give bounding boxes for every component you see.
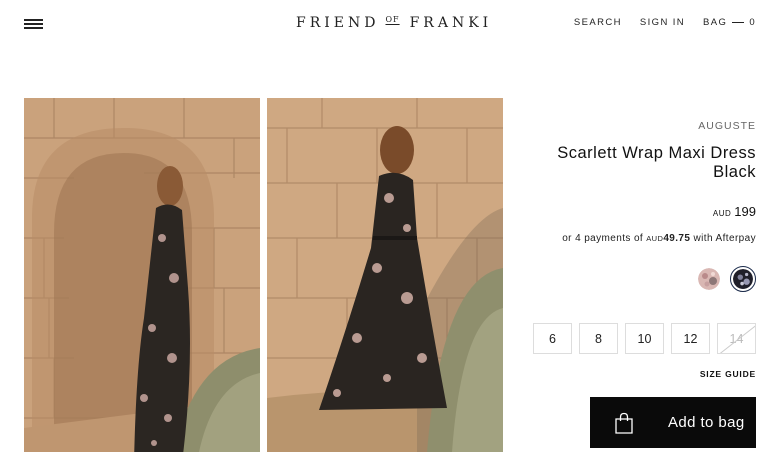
brand-logo[interactable]: FRIEND OF FRANKI <box>296 13 492 33</box>
size-selector: 6 8 10 12 14 <box>533 323 756 354</box>
logo-right: FRANKI <box>409 15 493 31</box>
shopping-bag-icon <box>615 412 633 434</box>
afterpay-suffix: with Afterpay <box>693 233 756 244</box>
price-amount: 199 <box>734 204 756 219</box>
bag-label: BAG <box>703 17 728 28</box>
add-to-bag-button[interactable]: Add to bag <box>590 397 756 448</box>
size-option[interactable]: 8 <box>579 323 618 354</box>
black-swatch-icon <box>733 269 753 289</box>
colour-swatches <box>698 266 756 292</box>
model-leaning-stone-arch-image <box>24 98 260 452</box>
menu-line <box>24 19 43 21</box>
swatch-floral-pink[interactable] <box>698 268 720 290</box>
afterpay-prefix: or 4 payments of <box>562 233 644 244</box>
size-option-unavailable: 14 <box>717 323 756 354</box>
size-option[interactable]: 6 <box>533 323 572 354</box>
product-brand[interactable]: AUGUSTE <box>516 120 756 132</box>
sign-in-link[interactable]: SIGN IN <box>640 17 685 28</box>
menu-line <box>24 23 43 25</box>
bag-link[interactable]: BAG 0 <box>703 17 756 28</box>
swatch-black-selected[interactable] <box>730 266 756 292</box>
product-info: AUGUSTE Scarlett Wrap Maxi Dress Black A… <box>516 120 756 244</box>
product-title: Scarlett Wrap Maxi Dress Black <box>516 144 756 182</box>
search-link[interactable]: SEARCH <box>574 17 622 28</box>
size-option[interactable]: 10 <box>625 323 664 354</box>
add-to-bag-label: Add to bag <box>668 414 745 431</box>
afterpay-amount: 49.75 <box>663 233 691 244</box>
afterpay-info: or 4 payments of AUD49.75 with Afterpay <box>516 233 756 244</box>
price-currency: AUD <box>712 209 732 218</box>
header-nav: SEARCH SIGN IN BAG 0 <box>574 17 756 28</box>
menu-line <box>24 27 43 29</box>
product-title-line2: Black <box>713 163 756 181</box>
size-option[interactable]: 12 <box>671 323 710 354</box>
size-guide-link[interactable]: SIZE GUIDE <box>700 369 756 379</box>
product-image-back[interactable] <box>267 98 503 452</box>
logo-left: FRIEND <box>296 15 380 31</box>
product-title-line1: Scarlett Wrap Maxi Dress <box>557 144 756 162</box>
product-image-front[interactable] <box>24 98 260 452</box>
floral-pink-swatch-icon <box>698 268 720 290</box>
product-price: AUD 199 <box>516 204 756 219</box>
model-back-view-stone-wall-image <box>267 98 503 452</box>
bag-dash <box>732 22 745 23</box>
hamburger-menu-icon[interactable] <box>24 17 44 29</box>
afterpay-currency: AUD <box>646 234 664 243</box>
bag-count: 0 <box>749 17 756 28</box>
logo-middle: OF <box>385 14 400 24</box>
